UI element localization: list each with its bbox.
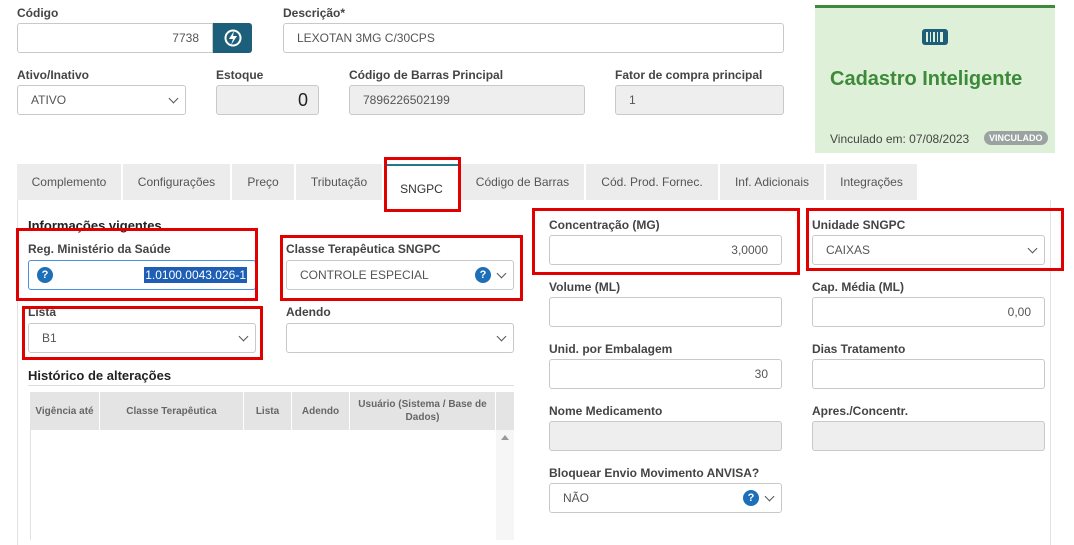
ativo-value: ATIVO: [31, 93, 67, 107]
lista-label: Lista: [28, 305, 57, 319]
codigo-label: Código: [17, 6, 59, 20]
col-adendo[interactable]: Adendo: [292, 392, 350, 430]
unidade-sngpc-value: CAIXAS: [826, 243, 871, 257]
historico-title: Histórico de alterações: [28, 368, 172, 383]
concentracao-label: Concentração (MG): [549, 218, 660, 232]
reg-ministerio-value: 1.0100.0043.026-1: [144, 267, 247, 283]
unidade-sngpc-select[interactable]: CAIXAS: [812, 235, 1045, 265]
nome-medicamento-input[interactable]: [549, 421, 782, 451]
fator-input[interactable]: 1: [615, 85, 784, 115]
historico-table-body: [30, 430, 496, 540]
unid-embalagem-label: Unid. por Embalagem: [549, 342, 673, 356]
card-title: Cadastro Inteligente: [830, 68, 1023, 90]
tab-complemento[interactable]: Complemento: [17, 164, 122, 200]
unid-embalagem-input[interactable]: 30: [549, 359, 782, 389]
chevron-down-icon: [496, 331, 507, 342]
chevron-down-icon: [496, 268, 507, 279]
col-vigencia[interactable]: Vigência até: [30, 392, 100, 430]
descricao-input[interactable]: LEXOTAN 3MG C/30CPS: [283, 23, 784, 53]
ativo-select[interactable]: ATIVO: [17, 85, 186, 115]
unidade-sngpc-label: Unidade SNGPC: [812, 218, 906, 232]
concentracao-input[interactable]: 3,0000: [549, 235, 782, 265]
help-icon[interactable]: ?: [37, 267, 53, 283]
nome-medicamento-label: Nome Medicamento: [549, 404, 663, 418]
help-icon[interactable]: ?: [475, 267, 491, 283]
cap-media-label: Cap. Média (ML): [812, 280, 904, 294]
tab-configuracoes[interactable]: Configurações: [123, 164, 231, 200]
chevron-down-icon: [168, 93, 179, 104]
cap-media-value: 0,00: [1007, 305, 1031, 319]
reg-ministerio-input[interactable]: ? 1.0100.0043.026-1: [28, 260, 256, 290]
lista-select[interactable]: B1: [28, 323, 256, 353]
help-icon[interactable]: ?: [743, 490, 759, 506]
unid-embalagem-value: 30: [754, 367, 768, 381]
reg-ministerio-label: Reg. Ministério da Saúde: [28, 242, 171, 256]
concentracao-value: 3,0000: [731, 243, 768, 257]
bloquear-envio-value: NÃO: [563, 491, 590, 505]
apres-concentr-label: Apres./Concentr.: [812, 404, 909, 418]
estoque-input[interactable]: 0: [216, 85, 319, 115]
descricao-value: LEXOTAN 3MG C/30CPS: [297, 31, 435, 45]
codigo-input[interactable]: 7738: [17, 23, 213, 53]
cadastro-inteligente-card: Cadastro Inteligente Vinculado em: 07/08…: [815, 5, 1055, 153]
card-linked-date: Vinculado em: 07/08/2023: [830, 132, 970, 146]
tab-inf-adicionais[interactable]: Inf. Adicionais: [720, 164, 825, 200]
chevron-down-icon: [1027, 243, 1038, 254]
estoque-value: 0: [297, 89, 308, 110]
lista-value: B1: [42, 331, 57, 345]
informacoes-vigentes-title: Informações vigentes: [28, 218, 162, 233]
bloquear-envio-label: Bloquear Envio Movimento ANVISA?: [549, 466, 760, 480]
classe-terapeutica-label: Classe Terapêutica SNGPC: [286, 242, 441, 256]
vinculado-badge: VINCULADO: [984, 131, 1048, 145]
tab-integracoes[interactable]: Integrações: [826, 164, 918, 200]
scroll-up-icon[interactable]: [501, 435, 509, 440]
col-classe[interactable]: Classe Terapêutica: [100, 392, 244, 430]
dias-tratamento-input[interactable]: [812, 359, 1045, 389]
lightning-search-icon: [224, 29, 241, 47]
dias-tratamento-label: Dias Tratamento: [812, 342, 906, 356]
classe-terapeutica-value: CONTROLE ESPECIAL: [300, 268, 429, 282]
ativo-label: Ativo/Inativo: [17, 68, 90, 82]
tab-codigo-barras[interactable]: Código de Barras: [461, 164, 585, 200]
adendo-label: Adendo: [286, 305, 331, 319]
historico-scrollbar[interactable]: [496, 430, 514, 540]
fator-label: Fator de compra principal: [615, 68, 763, 82]
fator-value: 1: [629, 93, 636, 107]
codigo-value: 7738: [172, 31, 199, 45]
tab-cod-prod-fornec[interactable]: Cód. Prod. Fornec.: [586, 164, 719, 200]
chevron-down-icon: [764, 491, 775, 502]
descricao-label: Descrição*: [283, 6, 346, 20]
col-usuario[interactable]: Usuário (Sistema / Base de Dados): [350, 392, 496, 430]
bloquear-envio-select[interactable]: NÃO ?: [549, 483, 782, 513]
tab-preco[interactable]: Preço: [232, 164, 295, 200]
volume-input[interactable]: [549, 297, 782, 327]
barras-label: Código de Barras Principal: [349, 68, 504, 82]
tab-tributacao[interactable]: Tributação: [296, 164, 383, 200]
codigo-action-button[interactable]: [213, 23, 252, 53]
barras-input[interactable]: 7896226502199: [349, 85, 585, 115]
chevron-down-icon: [238, 331, 249, 342]
estoque-label: Estoque: [216, 68, 264, 82]
barras-value: 7896226502199: [363, 93, 450, 107]
col-lista[interactable]: Lista: [244, 392, 292, 430]
historico-divider: [28, 385, 514, 386]
apres-concentr-input[interactable]: [812, 421, 1045, 451]
classe-terapeutica-select[interactable]: CONTROLE ESPECIAL ?: [286, 260, 514, 290]
adendo-select[interactable]: [286, 323, 514, 353]
barcode-icon: [922, 29, 948, 45]
volume-label: Volume (ML): [549, 280, 621, 294]
cap-media-input[interactable]: 0,00: [812, 297, 1045, 327]
